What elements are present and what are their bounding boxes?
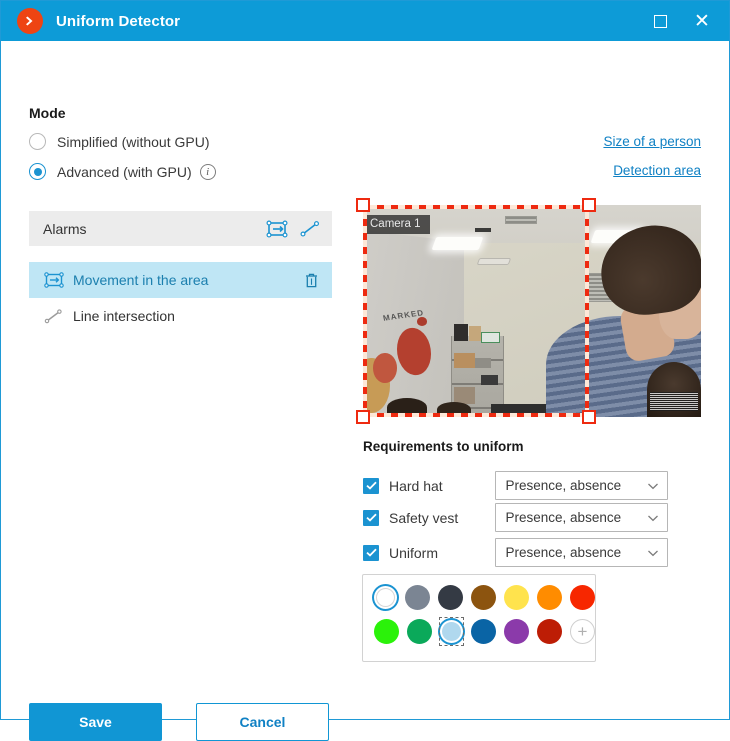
dropdown-uniform[interactable]: Presence, absence [494, 538, 668, 567]
mode-option-advanced-label: Advanced (with GPU) [57, 163, 192, 180]
add-color-icon[interactable]: + [570, 618, 595, 645]
mode-option-simplified[interactable]: Simplified (without GPU) [29, 133, 210, 150]
size-of-a-person-link[interactable]: Size of a person [603, 134, 701, 149]
dropdown-safety-vest[interactable]: Presence, absence [494, 503, 668, 532]
save-button[interactable]: Save [29, 703, 162, 741]
cancel-button[interactable]: Cancel [196, 703, 329, 741]
app-title: Uniform Detector [56, 12, 181, 30]
requirement-row-hard-hat: Hard hat Presence, absence [363, 471, 668, 500]
trash-icon[interactable] [301, 270, 321, 290]
checkbox-hard-hat[interactable] [363, 477, 379, 494]
color-swatch-purple[interactable] [504, 618, 529, 645]
color-swatch-blue[interactable] [471, 618, 496, 645]
checkbox-safety-vest[interactable] [363, 509, 379, 526]
dropdown-value: Presence, absence [505, 478, 622, 493]
alarms-header-tools [266, 218, 321, 240]
checkbox-uniform[interactable] [363, 544, 379, 561]
mode-option-advanced[interactable]: Advanced (with GPU) i [29, 163, 216, 180]
maximize-icon[interactable] [639, 2, 681, 40]
add-color-glyph: + [570, 619, 595, 644]
color-swatch-brown[interactable] [471, 584, 496, 611]
color-palette: + [362, 574, 596, 662]
chevron-down-icon [647, 478, 659, 493]
alarm-item-label: Movement in the area [73, 272, 209, 288]
add-line-icon[interactable] [299, 218, 321, 240]
mode-option-simplified-label: Simplified (without GPU) [57, 133, 210, 150]
resize-handle-bottom-right[interactable] [582, 410, 596, 424]
detection-area-link[interactable]: Detection area [613, 163, 701, 178]
dropdown-value: Presence, absence [505, 510, 622, 525]
dialog-content: Mode Simplified (without GPU) Advanced (… [1, 41, 729, 741]
resize-handle-bottom-left[interactable] [356, 410, 370, 424]
alarms-header: Alarms [29, 211, 332, 246]
alarms-panel: Alarms Movement in the area Line interse… [29, 211, 332, 334]
color-swatch-dark-slate[interactable] [438, 584, 463, 611]
color-palette-row-1 [374, 584, 595, 611]
requirement-label: Hard hat [389, 477, 443, 494]
color-swatch-light-blue[interactable] [439, 617, 464, 646]
alarm-item-line-intersection[interactable]: Line intersection [29, 298, 332, 334]
color-swatch-orange[interactable] [537, 584, 562, 611]
line-icon [43, 308, 65, 324]
mode-section-title: Mode [29, 105, 66, 121]
chevron-down-icon [647, 545, 659, 560]
window-controls: ✕ [639, 2, 723, 40]
title-bar: Uniform Detector ✕ [1, 1, 729, 41]
requirement-label: Uniform [389, 544, 439, 561]
scene-monitor [650, 391, 698, 411]
color-swatch-bright-green[interactable] [374, 618, 399, 645]
requirement-row-safety-vest: Safety vest Presence, absence [363, 503, 668, 532]
detection-area-rect[interactable] [356, 198, 596, 424]
area-icon [43, 272, 65, 288]
alarm-item-movement-in-the-area[interactable]: Movement in the area [29, 262, 332, 298]
resize-handle-top-left[interactable] [356, 198, 370, 212]
dropdown-hard-hat[interactable]: Presence, absence [494, 471, 668, 500]
close-glyph: ✕ [694, 10, 710, 32]
close-icon[interactable]: ✕ [681, 2, 723, 40]
add-area-icon[interactable] [266, 218, 288, 240]
alarms-header-label: Alarms [43, 220, 87, 237]
chevron-down-icon [647, 510, 659, 525]
requirement-label: Safety vest [389, 509, 459, 526]
requirements-title: Requirements to uniform [363, 439, 524, 454]
color-swatch-red[interactable] [570, 584, 595, 611]
radio-simplified[interactable] [29, 133, 46, 150]
color-swatch-green[interactable] [407, 618, 432, 645]
info-icon[interactable]: i [199, 163, 216, 180]
radio-advanced[interactable] [29, 163, 46, 180]
color-swatch-white[interactable] [374, 584, 397, 611]
color-swatch-yellow[interactable] [504, 584, 529, 611]
color-swatch-dark-red[interactable] [537, 618, 562, 645]
alarm-item-label: Line intersection [73, 308, 175, 324]
resize-handle-top-right[interactable] [582, 198, 596, 212]
chevron-right-logo-icon [17, 8, 43, 34]
color-palette-row-2: + [374, 617, 595, 646]
requirement-row-uniform: Uniform Presence, absence [363, 538, 668, 567]
color-swatch-gray[interactable] [405, 584, 430, 611]
uniform-detector-window: Uniform Detector ✕ Mode Simplified (with… [0, 0, 730, 741]
dropdown-value: Presence, absence [505, 545, 622, 560]
